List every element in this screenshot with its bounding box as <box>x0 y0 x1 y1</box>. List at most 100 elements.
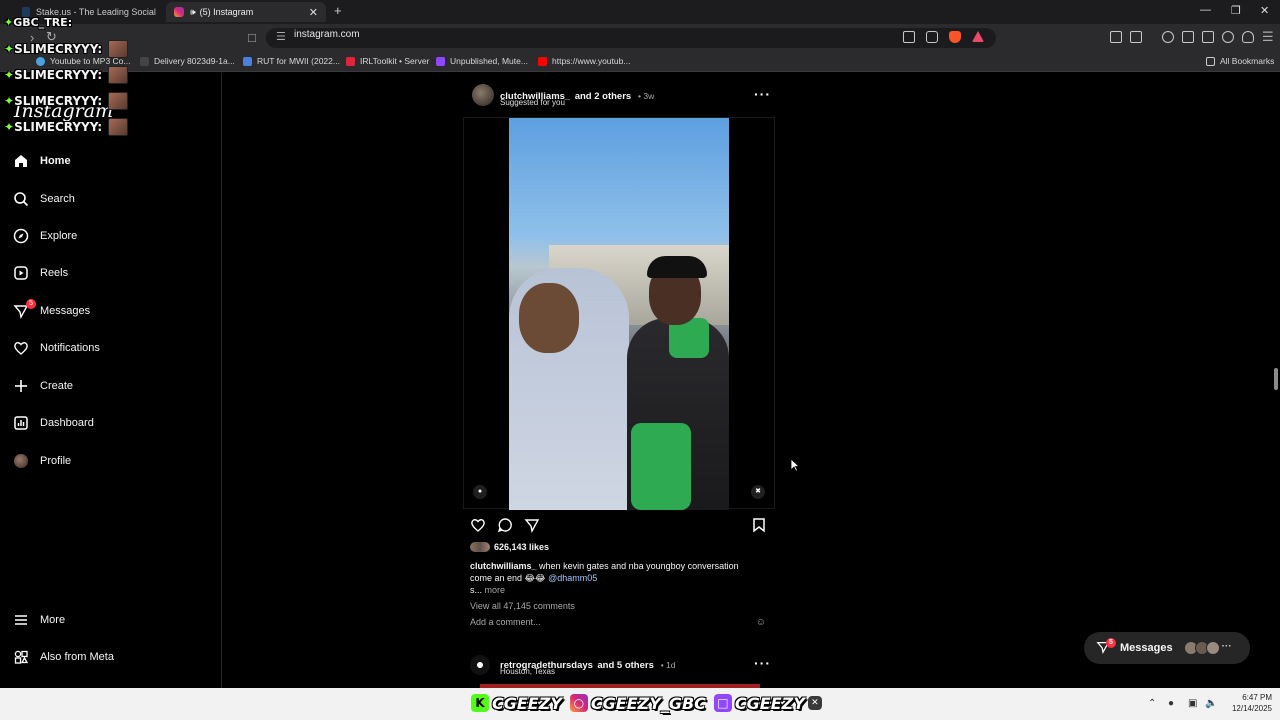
close-window-icon[interactable]: ✕ <box>1260 4 1269 17</box>
post-header: clutchwilliams_ and 2 others • 3w Sugges… <box>470 84 774 110</box>
post-coauthors[interactable]: and 2 others <box>575 91 632 102</box>
person-left-head <box>519 283 579 353</box>
browser-toolbar <box>0 24 1280 52</box>
emote-icon <box>108 118 128 136</box>
caption-more-link[interactable]: more <box>485 585 506 595</box>
brave-rewards-icon[interactable] <box>972 31 984 42</box>
folder-icon <box>1206 56 1215 66</box>
site-info-icon[interactable]: ☰ <box>276 30 286 43</box>
vpn-icon[interactable] <box>1242 31 1254 43</box>
bookmark-item[interactable]: IRLToolkit • Server <box>346 56 429 66</box>
nav-also-from-meta[interactable]: Also from Meta <box>12 645 114 669</box>
show-hidden-icons-icon[interactable]: ⌃ <box>1148 698 1156 709</box>
chat-line: ✦SLIMECRYYY: <box>4 42 103 56</box>
close-tab-icon[interactable]: ✕ <box>309 6 318 19</box>
messages-pill-badge: 5 <box>1106 638 1116 648</box>
tab-search-icon[interactable] <box>1130 31 1142 43</box>
likes-count[interactable]: 626,143 likes <box>470 542 549 552</box>
system-clock[interactable]: 6:47 PM 12/14/2025 <box>1232 692 1272 714</box>
emote-icon <box>108 92 128 110</box>
nav-search[interactable]: Search <box>12 187 75 211</box>
wallet-icon[interactable] <box>1202 31 1214 43</box>
home-icon <box>12 152 30 170</box>
tab-title: (5) Instagram <box>199 7 254 17</box>
leo-ai-icon[interactable] <box>1222 31 1234 43</box>
messages-pill-label: Messages <box>1120 642 1173 654</box>
bookmark-item[interactable]: RUT for MWII (2022... <box>243 56 340 66</box>
bookmark-page-icon[interactable]: □ <box>248 30 256 45</box>
all-bookmarks[interactable]: All Bookmarks <box>1206 56 1274 66</box>
extensions-icon[interactable] <box>1110 31 1122 43</box>
avatar <box>1205 641 1220 655</box>
media-icon[interactable] <box>1162 31 1174 43</box>
stream-socials-banner: K CGEEZY ○ CGEEZY_GBC □ CGEEZY ✕ <box>468 690 825 716</box>
liker-avatars <box>470 542 490 552</box>
cap-shape <box>647 256 707 278</box>
video-frame <box>509 118 729 510</box>
post-age: 1d <box>666 660 676 670</box>
search-icon <box>12 190 30 208</box>
nav-home[interactable]: Home <box>12 149 71 173</box>
nav-reels[interactable]: Reels <box>12 261 68 285</box>
nav-messages[interactable]: Messages <box>12 299 90 323</box>
nav-create[interactable]: Create <box>12 374 73 398</box>
address-bar[interactable] <box>266 28 996 48</box>
chat-line: ✦GBC_TRE: <box>4 16 73 29</box>
star-icon: ✦ <box>4 120 15 134</box>
view-comments-link[interactable]: View all 47,145 comments <box>470 601 575 611</box>
bookmark-item[interactable]: Unpublished, Mute... <box>436 56 528 66</box>
s-favicon-icon <box>140 56 149 66</box>
post-actions <box>470 517 770 535</box>
restore-icon[interactable]: ❐ <box>1231 4 1241 17</box>
caption-mention[interactable]: @dhamm05 <box>548 573 597 583</box>
emoji-icon[interactable]: ☺ <box>756 617 766 628</box>
nav-more[interactable]: More <box>12 608 65 632</box>
url-text[interactable]: instagram.com <box>294 29 360 40</box>
add-comment-input[interactable]: Add a comment... ☺ <box>470 617 770 628</box>
author-avatar[interactable] <box>470 655 490 675</box>
more-options-icon[interactable]: ··· <box>754 655 771 671</box>
post-location[interactable]: Houston, Texas <box>500 667 555 676</box>
page-scrollbar[interactable] <box>1274 368 1278 390</box>
new-tab-button[interactable]: + <box>334 3 342 18</box>
suggested-label: Suggested for you <box>500 98 565 107</box>
messages-badge: 5 <box>26 299 36 309</box>
youtube-favicon-icon <box>538 56 547 66</box>
like-heart-icon[interactable] <box>470 517 486 538</box>
emote-icon <box>108 40 128 58</box>
network-icon[interactable]: ▣ <box>1188 698 1197 709</box>
brave-shield-icon[interactable] <box>949 31 961 43</box>
star-icon: ✦ <box>4 94 15 108</box>
bookmark-item[interactable]: Delivery 8023d9-1a... <box>140 56 235 66</box>
sidebar-toggle-icon[interactable] <box>1182 31 1194 43</box>
tab-instagram[interactable]: 🕪 (5) Instagram ✕ <box>166 2 326 22</box>
instagram-icon: ○ <box>569 694 588 712</box>
share-icon[interactable] <box>926 31 938 43</box>
volume-icon[interactable]: 🔈 <box>1205 698 1217 709</box>
cast-icon[interactable] <box>903 31 915 43</box>
nav-explore[interactable]: Explore <box>12 224 77 248</box>
nav-notifications[interactable]: Notifications <box>12 336 100 360</box>
caption-author[interactable]: clutchwilliams_ <box>470 561 537 571</box>
nav-dashboard[interactable]: Dashboard <box>12 411 94 435</box>
browser-menu-icon[interactable]: ☰ <box>1262 29 1274 45</box>
messages-pill[interactable]: 5 Messages ··· <box>1084 632 1250 664</box>
save-bookmark-icon[interactable] <box>752 517 766 538</box>
speaker-icon[interactable]: 🕪 <box>190 7 196 18</box>
bookmark-item[interactable]: https://www.youtub... <box>538 56 630 66</box>
tagged-users-icon[interactable]: ● <box>473 485 487 499</box>
post-coauthors[interactable]: and 5 others <box>597 660 654 671</box>
more-options-icon[interactable]: ··· <box>754 86 771 102</box>
avatar-icon <box>12 452 30 470</box>
post-video[interactable]: ● ✖ <box>463 117 775 510</box>
comment-icon[interactable] <box>497 517 513 538</box>
caption-rest: s... <box>470 585 483 595</box>
minimize-icon[interactable]: — <box>1200 4 1211 16</box>
author-avatar[interactable] <box>472 84 494 106</box>
mouse-cursor-icon <box>790 458 800 472</box>
nav-profile[interactable]: Profile <box>12 449 71 473</box>
share-icon[interactable] <box>524 517 540 538</box>
chat-line: ✦SLIMECRYYY: <box>4 68 103 82</box>
microphone-icon[interactable]: ● <box>1168 698 1174 709</box>
muted-speaker-icon[interactable]: ✖ <box>751 485 765 499</box>
